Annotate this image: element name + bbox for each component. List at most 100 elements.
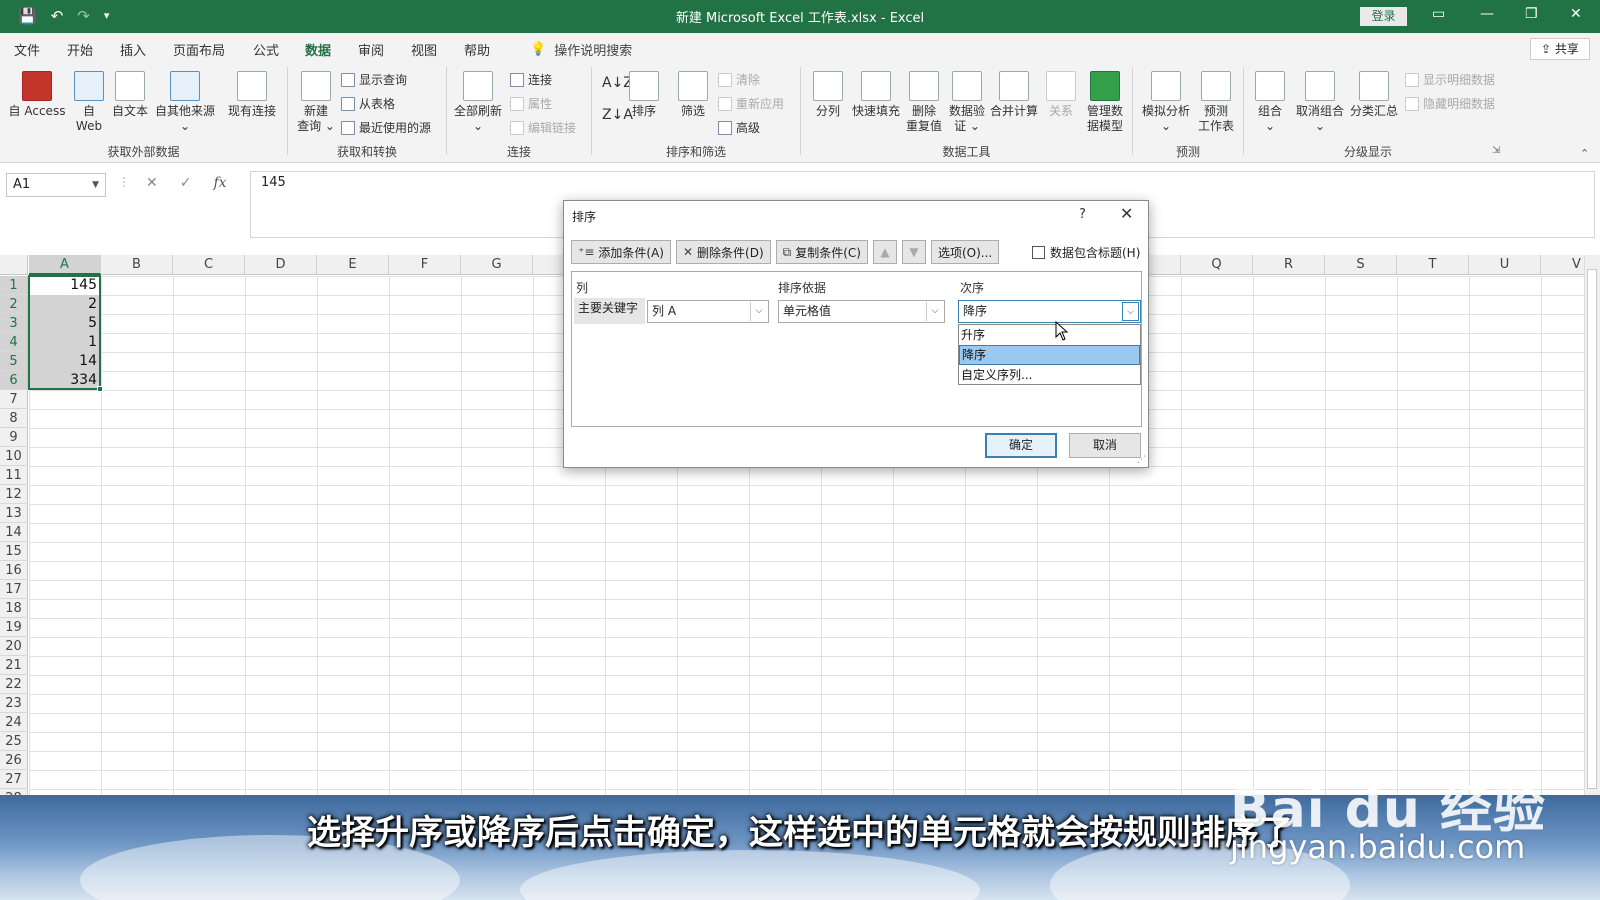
- add-condition-button[interactable]: ⁺≡ 添加条件(A): [571, 240, 671, 264]
- clear-button[interactable]: 清除: [718, 71, 760, 88]
- chevron-down-icon[interactable]: ⌵: [1122, 302, 1139, 321]
- row-header-20[interactable]: 20: [0, 637, 28, 656]
- column-header-g[interactable]: G: [461, 255, 533, 275]
- column-header-u[interactable]: U: [1469, 255, 1541, 275]
- from-web-button[interactable]: 自 Web: [70, 71, 108, 134]
- row-header-11[interactable]: 11: [0, 466, 28, 485]
- show-queries-button[interactable]: 显示查询: [341, 71, 407, 88]
- subtotal-button[interactable]: 分类汇总: [1348, 71, 1400, 119]
- help-icon[interactable]: ?: [1079, 207, 1086, 222]
- recent-sources-button[interactable]: 最近使用的源: [341, 119, 431, 136]
- row-header-19[interactable]: 19: [0, 618, 28, 637]
- row-header-3[interactable]: 3: [0, 314, 28, 333]
- cancel-button[interactable]: 取消: [1069, 433, 1141, 458]
- row-header-18[interactable]: 18: [0, 599, 28, 618]
- row-header-2[interactable]: 2: [0, 295, 28, 314]
- row-header-10[interactable]: 10: [0, 447, 28, 466]
- existing-connections-button[interactable]: 现有连接: [224, 71, 280, 119]
- row-header-7[interactable]: 7: [0, 390, 28, 409]
- column-header-a[interactable]: A: [29, 255, 101, 275]
- column-header-e[interactable]: E: [317, 255, 389, 275]
- row-header-14[interactable]: 14: [0, 523, 28, 542]
- consolidate-button[interactable]: 合并计算: [988, 71, 1040, 119]
- show-detail-button[interactable]: 显示明细数据: [1405, 71, 1495, 88]
- tab-review[interactable]: 审阅: [358, 40, 384, 59]
- has-headers-checkbox[interactable]: [1032, 246, 1045, 259]
- tab-file[interactable]: 文件: [14, 40, 40, 59]
- row-header-9[interactable]: 9: [0, 428, 28, 447]
- relationships-button[interactable]: 关系: [1043, 71, 1079, 119]
- refresh-all-button[interactable]: 全部刷新 ⌄: [452, 71, 504, 134]
- forecast-sheet-button[interactable]: 预测 工作表: [1196, 71, 1236, 134]
- column-header-f[interactable]: F: [389, 255, 461, 275]
- filter-button[interactable]: 筛选: [675, 71, 711, 119]
- row-header-24[interactable]: 24: [0, 713, 28, 732]
- manage-data-model-button[interactable]: 管理数 据模型: [1083, 71, 1127, 134]
- minimize-icon[interactable]: —: [1480, 6, 1494, 22]
- row-header-1[interactable]: 1: [0, 276, 28, 295]
- row-header-16[interactable]: 16: [0, 561, 28, 580]
- column-header-d[interactable]: D: [245, 255, 317, 275]
- has-headers-option[interactable]: 数据包含标题(H): [1032, 244, 1140, 261]
- row-header-12[interactable]: 12: [0, 485, 28, 504]
- tab-help[interactable]: 帮助: [464, 40, 490, 59]
- column-header-t[interactable]: T: [1397, 255, 1469, 275]
- column-header-r[interactable]: R: [1253, 255, 1325, 275]
- column-header-b[interactable]: B: [101, 255, 173, 275]
- from-table-button[interactable]: 从表格: [341, 95, 395, 112]
- row-header-17[interactable]: 17: [0, 580, 28, 599]
- column-select[interactable]: 列 A ⌵: [647, 300, 769, 323]
- scrollbar-thumb[interactable]: [1587, 269, 1597, 789]
- tab-view[interactable]: 视图: [411, 40, 437, 59]
- dialog-launcher-icon[interactable]: ⇲: [1492, 145, 1500, 156]
- row-header-27[interactable]: 27: [0, 770, 28, 789]
- chevron-down-icon[interactable]: ▼: [92, 174, 99, 196]
- row-header-23[interactable]: 23: [0, 694, 28, 713]
- move-up-button[interactable]: ▲: [872, 240, 897, 264]
- from-text-button[interactable]: 自文本: [110, 71, 150, 119]
- flash-fill-button[interactable]: 快速填充: [850, 71, 902, 119]
- hide-detail-button[interactable]: 隐藏明细数据: [1405, 95, 1495, 112]
- sort-button[interactable]: 排序: [626, 71, 662, 119]
- advanced-button[interactable]: 高级: [718, 119, 760, 136]
- order-option-custom[interactable]: 自定义序列...: [959, 365, 1140, 385]
- share-button[interactable]: ⇪ 共享: [1530, 38, 1590, 60]
- tab-insert[interactable]: 插入: [120, 40, 146, 59]
- tab-page-layout[interactable]: 页面布局: [173, 40, 225, 59]
- column-header-s[interactable]: S: [1325, 255, 1397, 275]
- close-window-icon[interactable]: ✕: [1570, 6, 1582, 22]
- tab-data[interactable]: 数据: [302, 40, 334, 66]
- row-header-13[interactable]: 13: [0, 504, 28, 523]
- row-header-22[interactable]: 22: [0, 675, 28, 694]
- row-header-26[interactable]: 26: [0, 751, 28, 770]
- properties-button[interactable]: 属性: [510, 95, 552, 112]
- reapply-button[interactable]: 重新应用: [718, 95, 784, 112]
- name-box[interactable]: A1 ▼: [6, 173, 106, 197]
- cancel-entry-icon[interactable]: ✕: [146, 175, 158, 191]
- chevron-down-icon[interactable]: ⌵: [926, 302, 943, 321]
- copy-condition-button[interactable]: ⧉ 复制条件(C): [775, 240, 868, 264]
- confirm-entry-icon[interactable]: ✓: [180, 175, 192, 191]
- options-button[interactable]: 选项(O)...: [930, 240, 1000, 264]
- column-header-c[interactable]: C: [173, 255, 245, 275]
- row-header-5[interactable]: 5: [0, 352, 28, 371]
- order-select[interactable]: 降序 ⌵: [958, 300, 1141, 323]
- row-header-25[interactable]: 25: [0, 732, 28, 751]
- order-option-ascending[interactable]: 升序: [959, 325, 1140, 345]
- new-query-button[interactable]: 新建 查询 ⌄: [292, 71, 340, 134]
- tab-formulas[interactable]: 公式: [253, 40, 279, 59]
- close-icon[interactable]: ✕: [1120, 204, 1133, 223]
- sort-on-select[interactable]: 单元格值 ⌵: [778, 300, 945, 323]
- tell-me-search[interactable]: 💡 操作说明搜索: [530, 40, 632, 59]
- maximize-icon[interactable]: ❐: [1525, 6, 1538, 22]
- splitter-icon[interactable]: ⋮: [118, 175, 130, 189]
- ribbon-display-icon[interactable]: ▭: [1432, 6, 1445, 22]
- from-access-button[interactable]: 自 Access: [8, 71, 66, 119]
- delete-condition-button[interactable]: ✕ 删除条件(D): [675, 240, 771, 264]
- group-button[interactable]: 组合 ⌄: [1252, 71, 1288, 134]
- order-option-descending[interactable]: 降序: [959, 345, 1140, 365]
- remove-duplicates-button[interactable]: 删除 重复值: [903, 71, 945, 134]
- select-all-button[interactable]: [0, 255, 28, 275]
- column-header-q[interactable]: Q: [1181, 255, 1253, 275]
- chevron-down-icon[interactable]: ⌵: [750, 302, 767, 321]
